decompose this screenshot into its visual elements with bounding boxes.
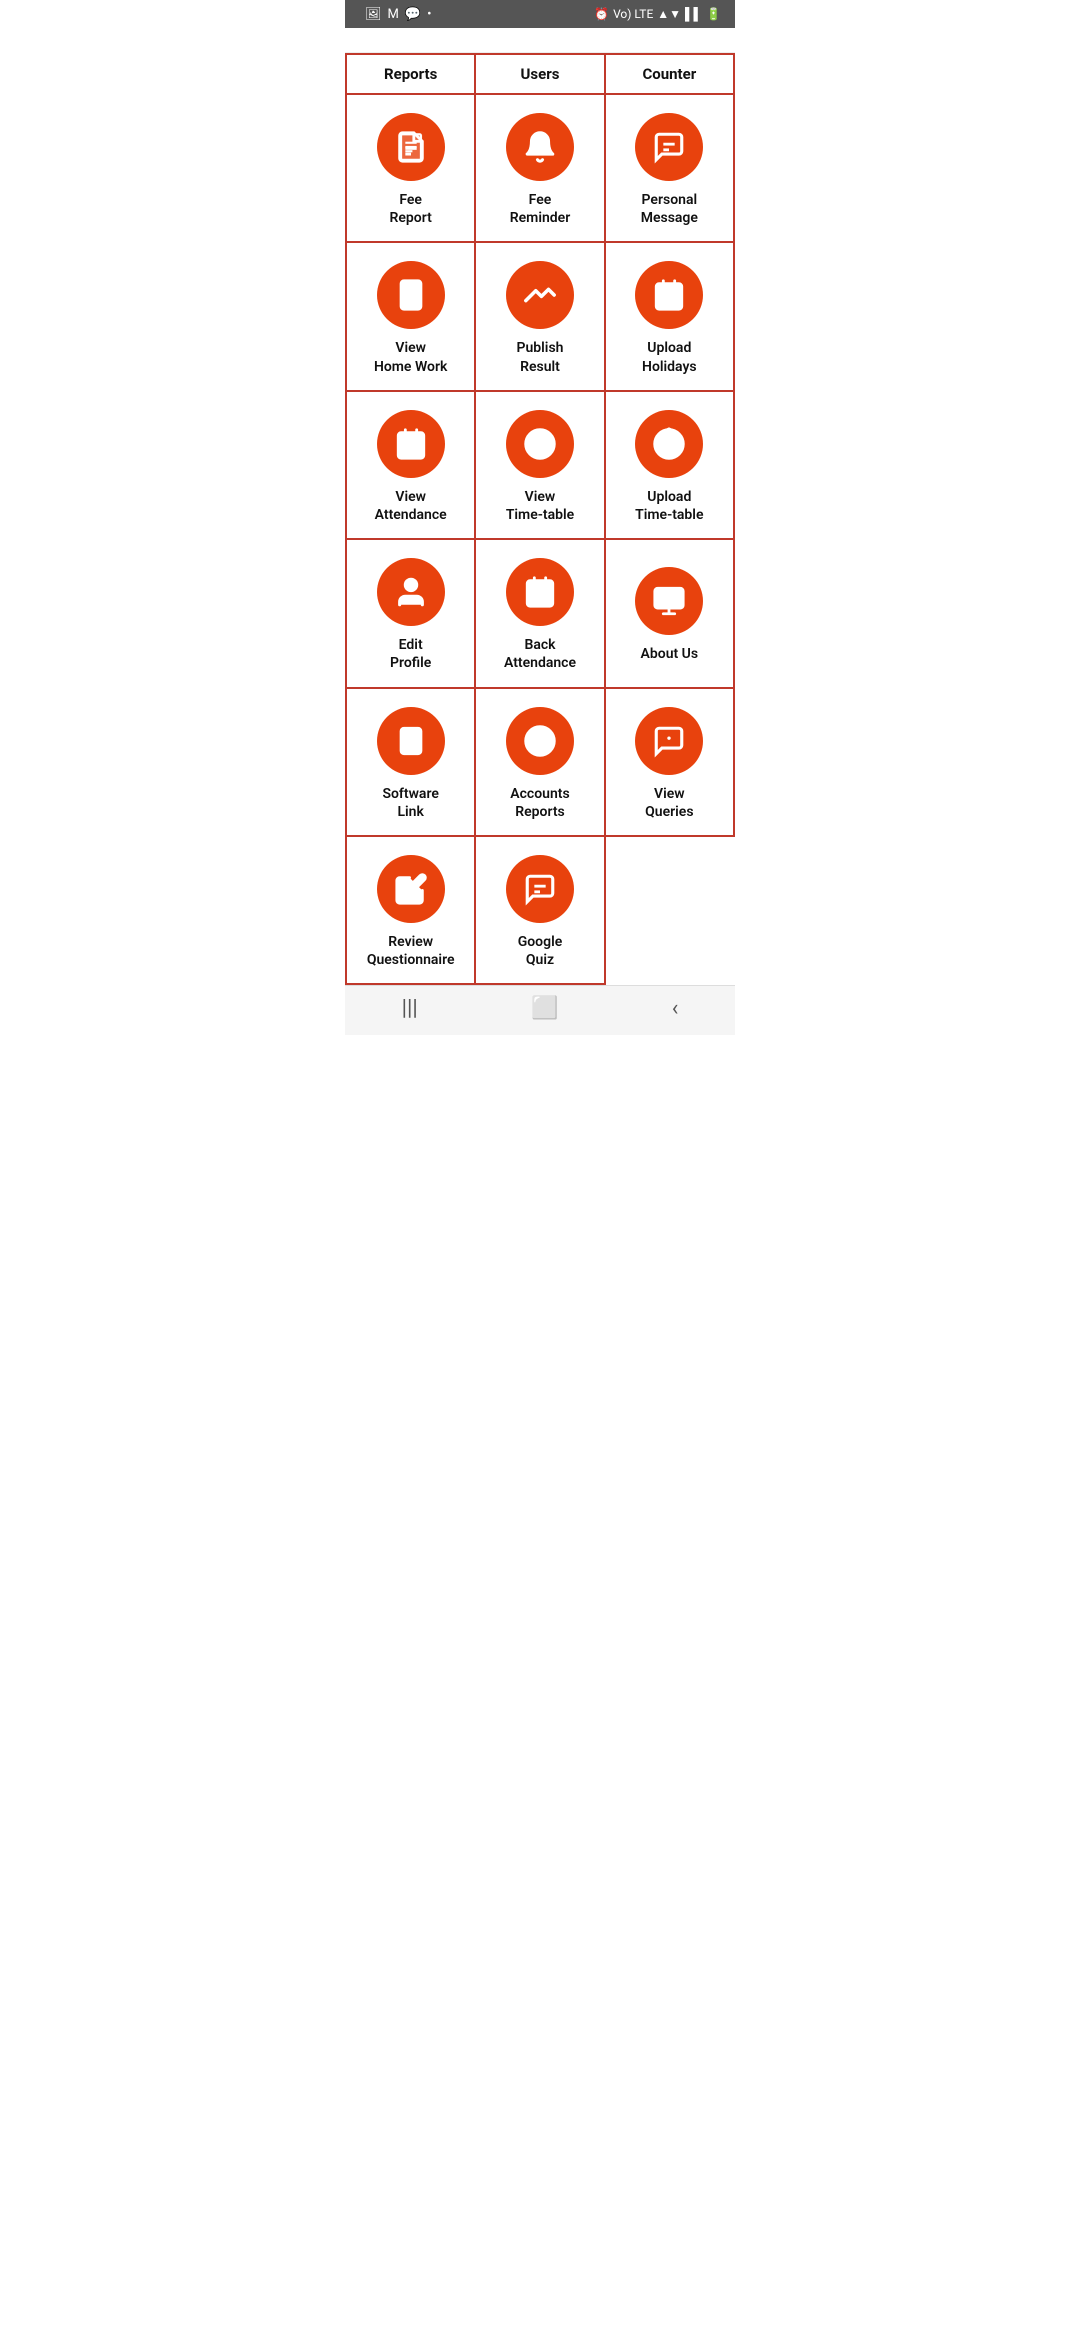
personal-message-icon	[635, 113, 703, 181]
grid-label-upload-timetable: Upload Time-table	[635, 488, 703, 524]
grid-label-edit-profile: Edit Profile	[390, 636, 431, 672]
status-network: Vo) LTE	[613, 7, 653, 21]
col-reports: Reports	[347, 55, 476, 95]
publish-result-icon	[506, 261, 574, 329]
grid-label-back-attendance: Back Attendance	[504, 636, 576, 672]
status-alarm-icon: ⏰	[594, 7, 609, 21]
edit-profile-icon	[377, 558, 445, 626]
nav-menu-icon[interactable]: |||	[402, 996, 418, 1021]
nav-home-icon[interactable]: ⬜	[531, 996, 558, 1021]
grid-item-upload-timetable[interactable]: Upload Time-table	[606, 392, 735, 540]
fee-reminder-icon	[506, 113, 574, 181]
status-photo-icon: 🖼	[365, 7, 382, 22]
accounts-reports-icon	[506, 707, 574, 775]
grid-label-upload-holidays: Upload Holidays	[642, 339, 697, 375]
status-mail-icon: M	[388, 7, 399, 22]
grid-label-about-us: About Us	[641, 645, 699, 663]
grid-item-software-link[interactable]: Software Link	[347, 689, 476, 837]
grid-label-view-timetable: View Time-table	[506, 488, 574, 524]
grid-item-publish-result[interactable]: Publish Result	[476, 243, 605, 391]
grid-item-fee-report[interactable]: Fee Report	[347, 95, 476, 243]
grid-label-review-questionnaire: Review Questionnaire	[367, 933, 455, 969]
upload-timetable-icon	[635, 410, 703, 478]
view-queries-icon	[635, 707, 703, 775]
grid-item-about-us[interactable]: About Us	[606, 540, 735, 688]
grid-item-accounts-reports[interactable]: Accounts Reports	[476, 689, 605, 837]
software-link-icon	[377, 707, 445, 775]
grid-item-view-queries[interactable]: View Queries	[606, 689, 735, 837]
nav-back-icon[interactable]: ‹	[672, 996, 679, 1021]
grid-item-google-quiz[interactable]: Google Quiz	[476, 837, 605, 985]
status-bar: 🖼 M 💬 • ⏰ Vo) LTE ▲▼ ▌▌ 🔋	[345, 0, 735, 28]
view-timetable-icon	[506, 410, 574, 478]
status-signal-icon: ▲▼	[657, 7, 681, 21]
grid-label-software-link: Software Link	[382, 785, 438, 821]
header	[345, 28, 735, 53]
view-homework-icon	[377, 261, 445, 329]
grid-label-personal-message: Personal Message	[641, 191, 698, 227]
col-counter: Counter	[606, 55, 735, 95]
grid-item-back-attendance[interactable]: Back Attendance	[476, 540, 605, 688]
grid-label-accounts-reports: Accounts Reports	[510, 785, 569, 821]
grid-label-publish-result: Publish Result	[517, 339, 564, 375]
status-left: 🖼 M 💬 •	[359, 7, 431, 22]
grid-label-view-attendance: View Attendance	[375, 488, 447, 524]
fee-report-icon	[377, 113, 445, 181]
grid-item-personal-message[interactable]: Personal Message	[606, 95, 735, 243]
grid-label-google-quiz: Google Quiz	[518, 933, 563, 969]
bottom-nav: ||| ⬜ ‹	[345, 985, 735, 1035]
status-right: ⏰ Vo) LTE ▲▼ ▌▌ 🔋	[594, 7, 721, 21]
grid-label-fee-report: Fee Report	[390, 191, 432, 227]
admin-grid: Fee Report Fee Reminder Personal Message Vi…	[345, 95, 735, 985]
status-bars-icon: ▌▌	[685, 7, 702, 21]
grid-item-upload-holidays[interactable]: Upload Holidays	[606, 243, 735, 391]
grid-item-edit-profile[interactable]: Edit Profile	[347, 540, 476, 688]
grid-item-view-attendance[interactable]: View Attendance	[347, 392, 476, 540]
grid-item-fee-reminder[interactable]: Fee Reminder	[476, 95, 605, 243]
grid-label-view-homework: View Home Work	[374, 339, 447, 375]
upload-holidays-icon	[635, 261, 703, 329]
grid-item-review-questionnaire[interactable]: Review Questionnaire	[347, 837, 476, 985]
back-attendance-icon	[506, 558, 574, 626]
view-attendance-icon	[377, 410, 445, 478]
col-users: Users	[476, 55, 605, 95]
review-questionnaire-icon	[377, 855, 445, 923]
column-headers: Reports Users Counter	[345, 53, 735, 95]
status-battery-icon: 🔋	[706, 7, 721, 21]
grid-label-fee-reminder: Fee Reminder	[510, 191, 571, 227]
status-dot: •	[427, 7, 431, 22]
google-quiz-icon	[506, 855, 574, 923]
about-us-icon	[635, 567, 703, 635]
grid-label-view-queries: View Queries	[645, 785, 693, 821]
grid-item-view-timetable[interactable]: View Time-table	[476, 392, 605, 540]
grid-item-view-homework[interactable]: View Home Work	[347, 243, 476, 391]
status-chat-icon: 💬	[405, 7, 421, 22]
